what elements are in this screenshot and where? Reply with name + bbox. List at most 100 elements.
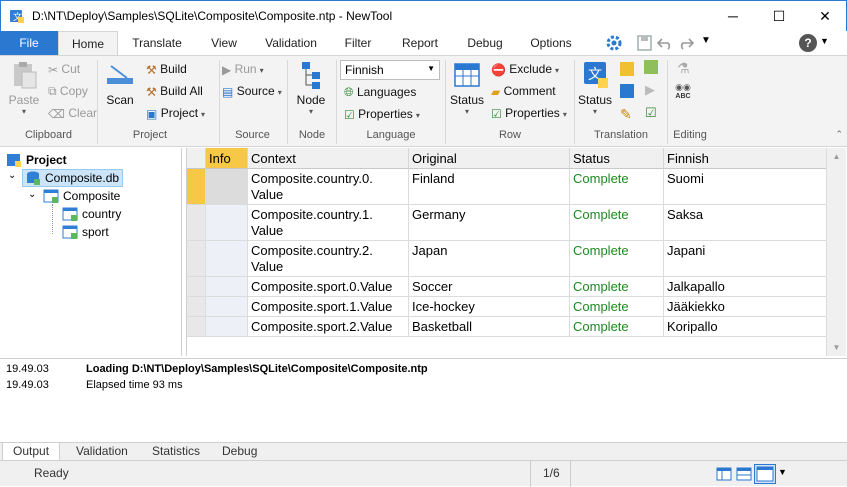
tab-translate[interactable]: Translate — [120, 31, 194, 55]
cell-info[interactable] — [206, 317, 248, 337]
column-header-finnish[interactable]: Finnish — [664, 148, 827, 169]
minimize-button[interactable]: ─ — [710, 1, 756, 31]
cell-context[interactable]: Composite.sport.2.Value — [248, 317, 409, 337]
undo-icon[interactable] — [656, 36, 674, 50]
tab-report[interactable]: Report — [388, 31, 452, 55]
tab-validation-output[interactable]: Validation — [66, 443, 138, 461]
project-button[interactable]: ▣ Project ▾ — [146, 106, 205, 121]
note-icon[interactable] — [620, 62, 634, 76]
source-button[interactable]: ▤ Source ▾ — [222, 84, 282, 99]
cell-status[interactable]: Complete — [570, 169, 664, 205]
cell-finnish[interactable]: Suomi — [664, 169, 827, 205]
save-icon[interactable] — [637, 35, 652, 51]
play-icon[interactable]: ▶ — [645, 82, 655, 98]
scan-button[interactable]: Scan — [102, 60, 138, 107]
cell-status[interactable]: Complete — [570, 205, 664, 241]
cell-status[interactable]: Complete — [570, 241, 664, 277]
cell-info[interactable] — [206, 297, 248, 317]
cell-status[interactable]: Complete — [570, 277, 664, 297]
row-indicator[interactable] — [187, 277, 206, 297]
cell-original[interactable]: Japan — [409, 241, 570, 277]
quick-access-dropdown-icon[interactable]: ▼ — [701, 35, 711, 46]
tab-debug[interactable]: Debug — [454, 31, 516, 55]
layout-grid-icon[interactable] — [716, 466, 732, 482]
close-button[interactable]: ✕ — [802, 1, 847, 31]
edit-pencil-icon[interactable]: ✎ — [620, 106, 632, 123]
tab-view[interactable]: View — [196, 31, 252, 55]
row-indicator[interactable] — [187, 241, 206, 277]
copy-source-icon[interactable] — [620, 84, 634, 98]
cell-context[interactable]: Composite.country.0. Value — [248, 169, 409, 205]
tab-file[interactable]: File — [0, 31, 58, 55]
column-header-info[interactable]: Info — [206, 148, 248, 169]
tab-filter[interactable]: Filter — [330, 31, 386, 55]
build-button[interactable]: ⚒ Build — [146, 62, 187, 77]
cell-context[interactable]: Composite.country.2. Value — [248, 241, 409, 277]
cell-original[interactable]: Germany — [409, 205, 570, 241]
comment-button[interactable]: ▰ Comment — [491, 84, 556, 99]
tab-validation[interactable]: Validation — [254, 31, 328, 55]
row-indicator[interactable] — [187, 297, 206, 317]
cell-context[interactable]: Composite.sport.0.Value — [248, 277, 409, 297]
build-all-button[interactable]: ⚒ Build All — [146, 84, 203, 99]
column-header-original[interactable]: Original — [409, 148, 570, 169]
cell-status[interactable]: Complete — [570, 297, 664, 317]
layout-list-icon[interactable] — [736, 466, 752, 482]
cell-finnish[interactable]: Jalkapallo — [664, 277, 827, 297]
cell-info[interactable] — [206, 277, 248, 297]
tab-output[interactable]: Output — [2, 443, 61, 461]
collapse-ribbon-icon[interactable]: ⌃ — [835, 129, 843, 140]
paste-button[interactable]: Paste ▾ — [6, 60, 42, 116]
languages-button[interactable]: 🌐︎ Languages — [344, 85, 416, 100]
cell-info[interactable] — [206, 241, 248, 277]
download-icon[interactable] — [644, 60, 658, 74]
cell-info[interactable] — [206, 169, 248, 205]
tab-debug-output[interactable]: Debug — [212, 443, 267, 461]
exclude-button[interactable]: ⛔ Exclude ▾ — [491, 62, 559, 77]
tree-node-sport[interactable]: sport — [62, 224, 109, 240]
redo-icon[interactable] — [677, 36, 695, 50]
tree-node-table[interactable]: Composite — [43, 188, 120, 204]
row-properties-button[interactable]: ☑ Properties ▾ — [491, 106, 567, 121]
cell-finnish[interactable]: Japani — [664, 241, 827, 277]
clear-button[interactable]: ⌫ Clear — [48, 106, 97, 121]
copy-button[interactable]: ⧉ Copy — [48, 84, 88, 99]
cell-context[interactable]: Composite.country.1. Value — [248, 205, 409, 241]
cell-original[interactable]: Basketball — [409, 317, 570, 337]
tree-node-country[interactable]: country — [62, 206, 121, 222]
node-button[interactable]: Node ▾ — [293, 60, 329, 116]
help-dropdown-icon[interactable]: ▼ — [820, 36, 829, 46]
tree-node-db[interactable]: Composite.db — [22, 169, 124, 187]
settings-gear-icon[interactable] — [605, 34, 623, 52]
validate-check-icon[interactable]: ☑ — [645, 105, 657, 121]
cell-status[interactable]: Complete — [570, 317, 664, 337]
scroll-up-icon[interactable]: ▲ — [827, 152, 846, 161]
cell-original[interactable]: Soccer — [409, 277, 570, 297]
tab-statistics[interactable]: Statistics — [142, 443, 210, 461]
tree-root-project[interactable]: Project — [6, 152, 67, 168]
grid-vertical-scrollbar[interactable]: ▲ ▼ — [826, 148, 846, 356]
cell-finnish[interactable]: Koripallo — [664, 317, 827, 337]
row-indicator[interactable] — [187, 169, 206, 205]
scroll-down-icon[interactable]: ▼ — [827, 343, 846, 352]
cut-button[interactable]: ✂ Cut — [48, 62, 80, 77]
run-button[interactable]: ▶ Run ▾ — [222, 62, 264, 77]
row-indicator[interactable] — [187, 317, 206, 337]
collapse-chevron-icon[interactable]: ⌄ — [8, 170, 16, 181]
cell-original[interactable]: Ice-hockey — [409, 297, 570, 317]
row-status-button[interactable]: Status ▾ — [448, 60, 486, 116]
layout-dropdown-icon[interactable]: ▼ — [778, 467, 787, 477]
row-indicator[interactable] — [187, 205, 206, 241]
language-properties-button[interactable]: ☑ Properties ▾ — [344, 107, 420, 122]
collapse-chevron-icon[interactable]: ⌄ — [28, 189, 36, 200]
layout-sheet-icon[interactable] — [754, 464, 776, 484]
cell-context[interactable]: Composite.sport.1.Value — [248, 297, 409, 317]
cell-info[interactable] — [206, 205, 248, 241]
translation-status-button[interactable]: 文 Status ▾ — [577, 60, 613, 116]
column-header-status[interactable]: Status — [570, 148, 664, 169]
maximize-button[interactable]: ☐ — [756, 1, 802, 31]
spellcheck-button[interactable]: ◉◉ ABC — [673, 82, 693, 100]
help-icon[interactable]: ? — [799, 34, 817, 52]
cell-finnish[interactable]: Saksa — [664, 205, 827, 241]
tab-options[interactable]: Options — [518, 31, 584, 55]
